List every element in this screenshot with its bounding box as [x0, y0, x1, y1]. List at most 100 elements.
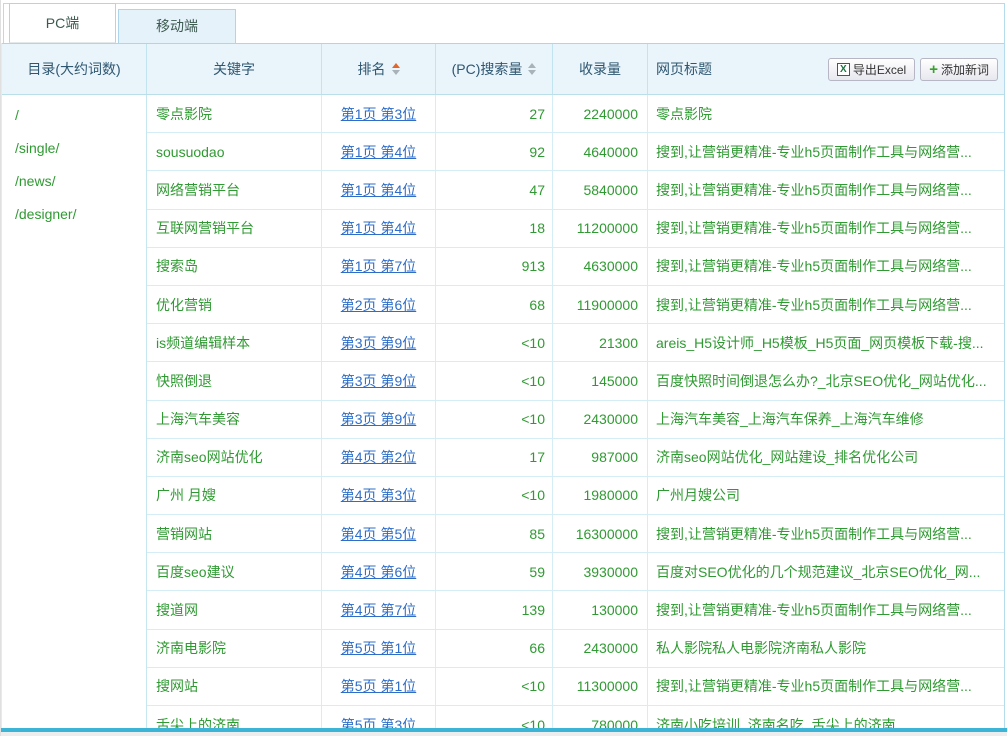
page-title-cell: 搜到,让营销更精准-专业h5页面制作工具与网络营... — [648, 171, 1004, 208]
tab-pc[interactable]: PC端 — [9, 3, 116, 43]
page-title-cell: 零点影院 — [648, 95, 1004, 132]
search-volume-cell: 66 — [436, 630, 553, 667]
rank-link[interactable]: 第4页 第5位 — [341, 524, 416, 544]
table-row: is频道编辑样本 第3页 第9位 <10 21300 areis_H5设计师_H… — [147, 324, 1004, 362]
col-header-search-volume[interactable]: (PC)搜索量 — [436, 44, 553, 94]
page-title-cell: 私人影院私人电影院济南私人影院 — [648, 630, 1004, 667]
search-volume-cell: <10 — [436, 477, 553, 514]
search-volume-cell: 59 — [436, 553, 553, 590]
table-row: 搜网站 第5页 第1位 <10 11300000 搜到,让营销更精准-专业h5页… — [147, 668, 1004, 706]
indexed-cell: 16300000 — [553, 515, 648, 552]
rank-link[interactable]: 第3页 第9位 — [341, 333, 416, 353]
keyword-rows: 零点影院 第1页 第3位 27 2240000 零点影院 sousuodao 第… — [147, 95, 1004, 736]
page-title-cell: areis_H5设计师_H5模板_H5页面_网页模板下载-搜... — [648, 324, 1004, 361]
search-volume-cell: <10 — [436, 401, 553, 438]
rank-cell: 第4页 第6位 — [322, 553, 436, 590]
indexed-cell: 987000 — [553, 439, 648, 476]
page-title-cell: 搜到,让营销更精准-专业h5页面制作工具与网络营... — [648, 210, 1004, 247]
keyword-cell: 零点影院 — [147, 95, 322, 132]
directory-item[interactable]: /designer/ — [2, 198, 146, 231]
indexed-cell: 11900000 — [553, 286, 648, 323]
rank-link[interactable]: 第1页 第7位 — [341, 256, 416, 276]
indexed-cell: 5840000 — [553, 171, 648, 208]
rank-cell: 第4页 第7位 — [322, 591, 436, 628]
rank-link[interactable]: 第1页 第3位 — [341, 104, 416, 124]
rank-link[interactable]: 第1页 第4位 — [341, 218, 416, 238]
rank-link[interactable]: 第3页 第9位 — [341, 371, 416, 391]
rank-cell: 第5页 第1位 — [322, 668, 436, 705]
rank-link[interactable]: 第5页 第1位 — [341, 638, 416, 658]
search-volume-cell: <10 — [436, 324, 553, 361]
page-title-cell: 搜到,让营销更精准-专业h5页面制作工具与网络营... — [648, 133, 1004, 170]
plus-icon — [929, 62, 938, 77]
rank-link[interactable]: 第3页 第9位 — [341, 409, 416, 429]
indexed-cell: 2240000 — [553, 95, 648, 132]
page-title-cell: 搜到,让营销更精准-专业h5页面制作工具与网络营... — [648, 515, 1004, 552]
rank-cell: 第4页 第3位 — [322, 477, 436, 514]
keyword-cell: 优化营销 — [147, 286, 322, 323]
rank-link[interactable]: 第5页 第1位 — [341, 676, 416, 696]
search-volume-cell: 18 — [436, 210, 553, 247]
page-title-cell: 百度对SEO优化的几个规范建议_北京SEO优化_网... — [648, 553, 1004, 590]
sort-asc-icon — [528, 63, 536, 68]
directory-item[interactable]: /single/ — [2, 132, 146, 165]
directory-item[interactable]: /news/ — [2, 165, 146, 198]
col-header-title-label: 网页标题 — [656, 59, 712, 79]
col-header-keyword: 关键字 — [147, 44, 322, 94]
col-header-rank-label: 排名 — [358, 59, 386, 79]
tab-bar: PC端 移动端 — [1, 0, 1007, 43]
rank-cell: 第3页 第9位 — [322, 362, 436, 399]
col-header-directory: 目录(大约词数) — [2, 44, 147, 94]
page-title-cell: 搜到,让营销更精准-专业h5页面制作工具与网络营... — [648, 286, 1004, 323]
table-row: 百度seo建议 第4页 第6位 59 3930000 百度对SEO优化的几个规范… — [147, 553, 1004, 591]
search-volume-cell: 85 — [436, 515, 553, 552]
rank-cell: 第5页 第1位 — [322, 630, 436, 667]
table-row: 优化营销 第2页 第6位 68 11900000 搜到,让营销更精准-专业h5页… — [147, 286, 1004, 324]
search-volume-cell: <10 — [436, 668, 553, 705]
rank-link[interactable]: 第4页 第2位 — [341, 447, 416, 467]
rank-link[interactable]: 第2页 第6位 — [341, 295, 416, 315]
page-title-cell: 上海汽车美容_上海汽车保养_上海汽车维修 — [648, 401, 1004, 438]
table-row: 互联网营销平台 第1页 第4位 18 11200000 搜到,让营销更精准-专业… — [147, 210, 1004, 248]
keyword-cell: 广州 月嫂 — [147, 477, 322, 514]
keyword-cell: 济南电影院 — [147, 630, 322, 667]
table-body: / /single/ /news/ /designer/ 零点影院 第1页 第3… — [2, 95, 1004, 736]
rank-cell: 第1页 第3位 — [322, 95, 436, 132]
rank-link[interactable]: 第1页 第4位 — [341, 142, 416, 162]
rank-cell: 第1页 第4位 — [322, 171, 436, 208]
page-title-cell: 搜到,让营销更精准-专业h5页面制作工具与网络营... — [648, 668, 1004, 705]
rank-link[interactable]: 第4页 第3位 — [341, 485, 416, 505]
add-keyword-button[interactable]: 添加新词 — [920, 58, 998, 81]
indexed-cell: 11200000 — [553, 210, 648, 247]
table-row: 网络营销平台 第1页 第4位 47 5840000 搜到,让营销更精准-专业h5… — [147, 171, 1004, 209]
keyword-cell: 百度seo建议 — [147, 553, 322, 590]
sort-search-volume-icon[interactable] — [528, 63, 536, 75]
directory-item[interactable]: / — [2, 99, 146, 132]
keyword-cell: 网络营销平台 — [147, 171, 322, 208]
rank-link[interactable]: 第1页 第4位 — [341, 180, 416, 200]
col-header-rank[interactable]: 排名 — [322, 44, 436, 94]
keyword-cell: 搜索岛 — [147, 248, 322, 285]
keyword-cell: 上海汽车美容 — [147, 401, 322, 438]
sort-asc-icon — [392, 63, 400, 68]
keyword-table: 目录(大约词数) 关键字 排名 (PC)搜索量 收录量 网页标题 — [1, 43, 1005, 736]
indexed-cell: 21300 — [553, 324, 648, 361]
rank-cell: 第3页 第9位 — [322, 324, 436, 361]
table-row: 上海汽车美容 第3页 第9位 <10 2430000 上海汽车美容_上海汽车保养… — [147, 401, 1004, 439]
rank-link[interactable]: 第4页 第7位 — [341, 600, 416, 620]
sort-desc-icon — [528, 70, 536, 75]
excel-icon — [837, 63, 850, 76]
table-row: sousuodao 第1页 第4位 92 4640000 搜到,让营销更精准-专… — [147, 133, 1004, 171]
rank-link[interactable]: 第4页 第6位 — [341, 562, 416, 582]
rank-cell: 第4页 第2位 — [322, 439, 436, 476]
tab-mobile[interactable]: 移动端 — [118, 9, 236, 43]
keyword-cell: sousuodao — [147, 133, 322, 170]
keyword-cell: 济南seo网站优化 — [147, 439, 322, 476]
seo-rank-tool-window: PC端 移动端 目录(大约词数) 关键字 排名 (PC)搜索量 收录量 — [0, 0, 1007, 736]
sort-rank-icon[interactable] — [392, 63, 400, 75]
indexed-cell: 2430000 — [553, 401, 648, 438]
export-excel-button[interactable]: 导出Excel — [828, 58, 915, 81]
keyword-cell: 搜网站 — [147, 668, 322, 705]
add-keyword-label: 添加新词 — [941, 61, 989, 78]
page-title-cell: 济南seo网站优化_网站建设_排名优化公司 — [648, 439, 1004, 476]
